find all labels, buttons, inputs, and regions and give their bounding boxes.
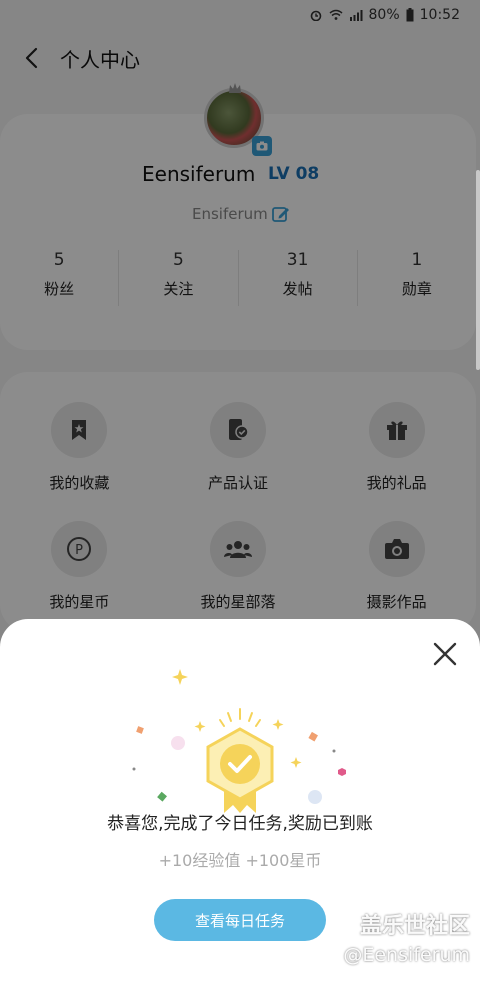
view-daily-tasks-button[interactable]: 查看每日任务 xyxy=(154,899,326,941)
close-icon xyxy=(433,642,457,666)
watermark: 盖乐世社区 @Eensiferum xyxy=(343,908,470,966)
reward-badge-illustration xyxy=(132,669,346,813)
watermark-title: 盖乐世社区 xyxy=(359,914,470,939)
reward-summary: +10经验值 +100星币 xyxy=(158,851,322,870)
close-button[interactable] xyxy=(430,639,460,669)
watermark-handle: @Eensiferum xyxy=(343,944,470,966)
sparkle-rays xyxy=(219,708,261,727)
congrats-message: 恭喜您,完成了今日任务,奖励已到账 xyxy=(107,814,373,834)
scrollbar[interactable] xyxy=(476,170,480,370)
badge-check-circle xyxy=(220,744,260,784)
